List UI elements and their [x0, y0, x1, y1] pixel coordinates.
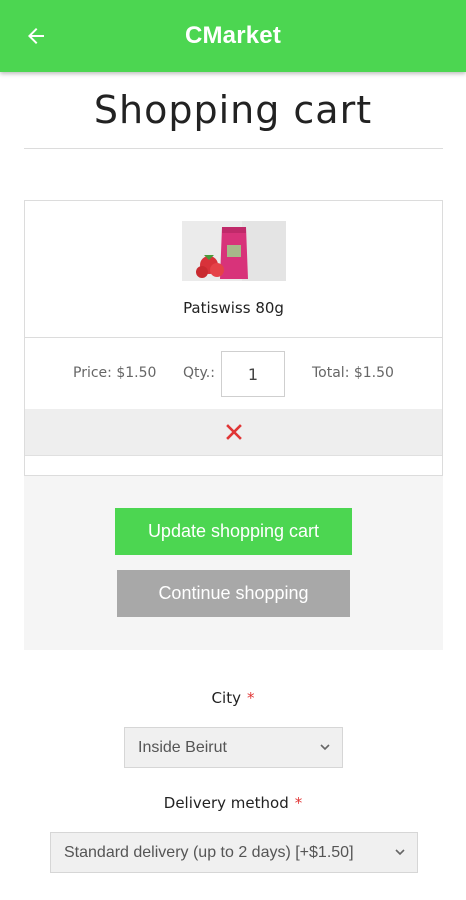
divider [25, 337, 442, 338]
app-title: CMarket [184, 22, 282, 49]
city-select[interactable]: Inside Beirut [124, 727, 343, 768]
update-cart-button[interactable]: Update shopping cart [115, 508, 352, 555]
quantity-input[interactable] [221, 351, 285, 397]
delivery-method-select[interactable]: Standard delivery (up to 2 days) [+$1.50… [50, 832, 418, 873]
price-row: Price: $1.50 Qty.: Total: $1.50 [25, 351, 442, 399]
title-divider [24, 148, 443, 149]
delivery-label-text: Delivery method [163, 794, 289, 812]
unit-price: Price: $1.50 [73, 365, 157, 381]
city-label-text: City [211, 689, 241, 707]
city-selected-value: Inside Beirut [138, 738, 227, 756]
arrow-left-icon [28, 28, 44, 44]
divider [25, 455, 442, 456]
qty-label: Qty.: [183, 365, 215, 381]
continue-shopping-button[interactable]: Continue shopping [117, 570, 350, 617]
product-image[interactable] [182, 221, 286, 281]
back-button[interactable] [16, 18, 56, 54]
required-mark: * [294, 794, 303, 812]
app-bar: CMarket [0, 0, 466, 72]
cart-actions-panel: Update shopping cart Continue shopping [24, 476, 443, 650]
delivery-selected-value: Standard delivery (up to 2 days) [+$1.50… [64, 843, 354, 861]
chevron-down-icon [395, 849, 405, 856]
product-name[interactable]: Patiswiss 80g [25, 299, 442, 317]
required-mark: * [246, 689, 255, 707]
delivery-method-label: Delivery method * [0, 794, 466, 812]
close-icon [225, 424, 242, 440]
city-label: City * [0, 689, 466, 707]
remove-item-button[interactable] [25, 409, 442, 455]
page-title: Shopping cart [93, 88, 373, 132]
cart-item-card: Patiswiss 80g Price: $1.50 Qty.: Total: … [24, 200, 443, 476]
chevron-down-icon [320, 744, 330, 751]
line-total: Total: $1.50 [312, 365, 394, 381]
